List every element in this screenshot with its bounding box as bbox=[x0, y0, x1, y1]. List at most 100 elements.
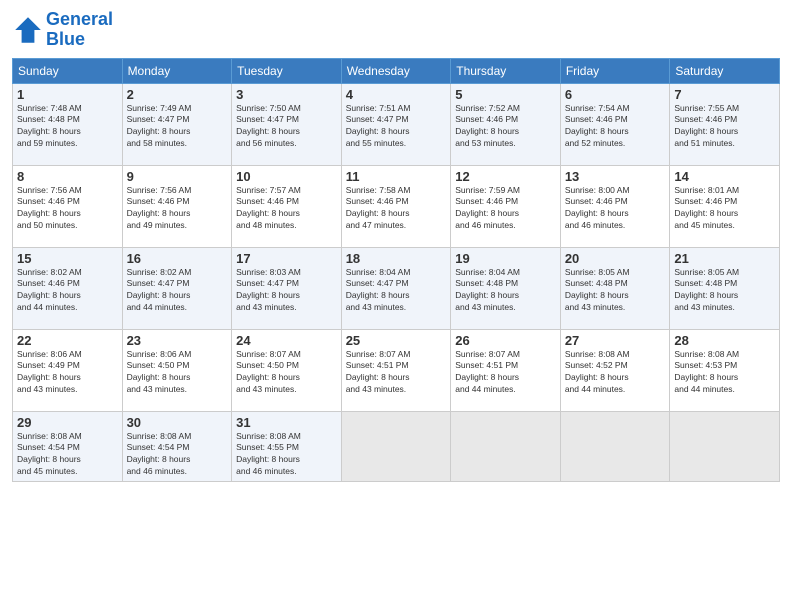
calendar-cell: 1Sunrise: 7:48 AMSunset: 4:48 PMDaylight… bbox=[13, 83, 123, 165]
weekday-header-tuesday: Tuesday bbox=[232, 58, 342, 83]
day-info: Sunrise: 7:58 AMSunset: 4:46 PMDaylight:… bbox=[346, 185, 447, 233]
day-number: 15 bbox=[17, 251, 118, 266]
day-number: 14 bbox=[674, 169, 775, 184]
day-number: 13 bbox=[565, 169, 666, 184]
day-number: 19 bbox=[455, 251, 556, 266]
day-number: 26 bbox=[455, 333, 556, 348]
day-number: 7 bbox=[674, 87, 775, 102]
day-info: Sunrise: 7:56 AMSunset: 4:46 PMDaylight:… bbox=[127, 185, 228, 233]
calendar-cell: 20Sunrise: 8:05 AMSunset: 4:48 PMDayligh… bbox=[560, 247, 670, 329]
day-info: Sunrise: 8:00 AMSunset: 4:46 PMDaylight:… bbox=[565, 185, 666, 233]
weekday-header-row: SundayMondayTuesdayWednesdayThursdayFrid… bbox=[13, 58, 780, 83]
calendar-cell: 7Sunrise: 7:55 AMSunset: 4:46 PMDaylight… bbox=[670, 83, 780, 165]
calendar-cell: 6Sunrise: 7:54 AMSunset: 4:46 PMDaylight… bbox=[560, 83, 670, 165]
calendar-cell: 2Sunrise: 7:49 AMSunset: 4:47 PMDaylight… bbox=[122, 83, 232, 165]
calendar-cell bbox=[451, 411, 561, 482]
calendar-cell: 29Sunrise: 8:08 AMSunset: 4:54 PMDayligh… bbox=[13, 411, 123, 482]
logo-icon bbox=[12, 14, 44, 46]
day-number: 27 bbox=[565, 333, 666, 348]
calendar-cell: 19Sunrise: 8:04 AMSunset: 4:48 PMDayligh… bbox=[451, 247, 561, 329]
day-number: 25 bbox=[346, 333, 447, 348]
logo-text: General Blue bbox=[46, 10, 113, 50]
calendar-cell: 22Sunrise: 8:06 AMSunset: 4:49 PMDayligh… bbox=[13, 329, 123, 411]
calendar-cell: 5Sunrise: 7:52 AMSunset: 4:46 PMDaylight… bbox=[451, 83, 561, 165]
calendar-cell: 17Sunrise: 8:03 AMSunset: 4:47 PMDayligh… bbox=[232, 247, 342, 329]
weekday-header-monday: Monday bbox=[122, 58, 232, 83]
calendar-cell: 31Sunrise: 8:08 AMSunset: 4:55 PMDayligh… bbox=[232, 411, 342, 482]
day-info: Sunrise: 8:07 AMSunset: 4:50 PMDaylight:… bbox=[236, 349, 337, 397]
calendar-cell: 10Sunrise: 7:57 AMSunset: 4:46 PMDayligh… bbox=[232, 165, 342, 247]
day-info: Sunrise: 7:51 AMSunset: 4:47 PMDaylight:… bbox=[346, 103, 447, 151]
day-number: 30 bbox=[127, 415, 228, 430]
calendar-cell: 30Sunrise: 8:08 AMSunset: 4:54 PMDayligh… bbox=[122, 411, 232, 482]
day-info: Sunrise: 7:48 AMSunset: 4:48 PMDaylight:… bbox=[17, 103, 118, 151]
calendar-cell: 18Sunrise: 8:04 AMSunset: 4:47 PMDayligh… bbox=[341, 247, 451, 329]
day-info: Sunrise: 8:08 AMSunset: 4:54 PMDaylight:… bbox=[17, 431, 118, 479]
day-number: 20 bbox=[565, 251, 666, 266]
day-number: 31 bbox=[236, 415, 337, 430]
day-info: Sunrise: 8:08 AMSunset: 4:54 PMDaylight:… bbox=[127, 431, 228, 479]
calendar-table: SundayMondayTuesdayWednesdayThursdayFrid… bbox=[12, 58, 780, 483]
day-info: Sunrise: 8:08 AMSunset: 4:55 PMDaylight:… bbox=[236, 431, 337, 479]
day-number: 11 bbox=[346, 169, 447, 184]
calendar-cell: 25Sunrise: 8:07 AMSunset: 4:51 PMDayligh… bbox=[341, 329, 451, 411]
day-info: Sunrise: 8:06 AMSunset: 4:49 PMDaylight:… bbox=[17, 349, 118, 397]
day-number: 9 bbox=[127, 169, 228, 184]
day-info: Sunrise: 8:02 AMSunset: 4:46 PMDaylight:… bbox=[17, 267, 118, 315]
calendar-cell bbox=[670, 411, 780, 482]
calendar-cell: 26Sunrise: 8:07 AMSunset: 4:51 PMDayligh… bbox=[451, 329, 561, 411]
calendar-cell bbox=[341, 411, 451, 482]
calendar-cell: 16Sunrise: 8:02 AMSunset: 4:47 PMDayligh… bbox=[122, 247, 232, 329]
weekday-header-wednesday: Wednesday bbox=[341, 58, 451, 83]
day-info: Sunrise: 7:52 AMSunset: 4:46 PMDaylight:… bbox=[455, 103, 556, 151]
logo: General Blue bbox=[12, 10, 113, 50]
day-info: Sunrise: 8:05 AMSunset: 4:48 PMDaylight:… bbox=[565, 267, 666, 315]
day-number: 17 bbox=[236, 251, 337, 266]
day-number: 21 bbox=[674, 251, 775, 266]
day-info: Sunrise: 7:50 AMSunset: 4:47 PMDaylight:… bbox=[236, 103, 337, 151]
calendar-cell: 15Sunrise: 8:02 AMSunset: 4:46 PMDayligh… bbox=[13, 247, 123, 329]
day-number: 22 bbox=[17, 333, 118, 348]
day-info: Sunrise: 8:03 AMSunset: 4:47 PMDaylight:… bbox=[236, 267, 337, 315]
day-number: 5 bbox=[455, 87, 556, 102]
day-number: 1 bbox=[17, 87, 118, 102]
calendar-cell: 3Sunrise: 7:50 AMSunset: 4:47 PMDaylight… bbox=[232, 83, 342, 165]
calendar-cell: 9Sunrise: 7:56 AMSunset: 4:46 PMDaylight… bbox=[122, 165, 232, 247]
day-info: Sunrise: 8:02 AMSunset: 4:47 PMDaylight:… bbox=[127, 267, 228, 315]
day-info: Sunrise: 8:04 AMSunset: 4:48 PMDaylight:… bbox=[455, 267, 556, 315]
day-number: 23 bbox=[127, 333, 228, 348]
day-number: 18 bbox=[346, 251, 447, 266]
weekday-header-friday: Friday bbox=[560, 58, 670, 83]
day-info: Sunrise: 7:54 AMSunset: 4:46 PMDaylight:… bbox=[565, 103, 666, 151]
calendar-cell: 28Sunrise: 8:08 AMSunset: 4:53 PMDayligh… bbox=[670, 329, 780, 411]
day-number: 2 bbox=[127, 87, 228, 102]
calendar-cell bbox=[560, 411, 670, 482]
day-info: Sunrise: 8:01 AMSunset: 4:46 PMDaylight:… bbox=[674, 185, 775, 233]
calendar-cell: 24Sunrise: 8:07 AMSunset: 4:50 PMDayligh… bbox=[232, 329, 342, 411]
calendar-cell: 8Sunrise: 7:56 AMSunset: 4:46 PMDaylight… bbox=[13, 165, 123, 247]
page-header: General Blue bbox=[12, 10, 780, 50]
day-info: Sunrise: 8:08 AMSunset: 4:52 PMDaylight:… bbox=[565, 349, 666, 397]
day-info: Sunrise: 7:57 AMSunset: 4:46 PMDaylight:… bbox=[236, 185, 337, 233]
weekday-header-thursday: Thursday bbox=[451, 58, 561, 83]
day-info: Sunrise: 7:56 AMSunset: 4:46 PMDaylight:… bbox=[17, 185, 118, 233]
day-number: 29 bbox=[17, 415, 118, 430]
calendar-cell: 13Sunrise: 8:00 AMSunset: 4:46 PMDayligh… bbox=[560, 165, 670, 247]
day-number: 8 bbox=[17, 169, 118, 184]
calendar-cell: 4Sunrise: 7:51 AMSunset: 4:47 PMDaylight… bbox=[341, 83, 451, 165]
day-info: Sunrise: 7:55 AMSunset: 4:46 PMDaylight:… bbox=[674, 103, 775, 151]
day-info: Sunrise: 8:04 AMSunset: 4:47 PMDaylight:… bbox=[346, 267, 447, 315]
day-number: 24 bbox=[236, 333, 337, 348]
day-number: 3 bbox=[236, 87, 337, 102]
day-number: 16 bbox=[127, 251, 228, 266]
day-info: Sunrise: 8:08 AMSunset: 4:53 PMDaylight:… bbox=[674, 349, 775, 397]
day-number: 4 bbox=[346, 87, 447, 102]
calendar-cell: 11Sunrise: 7:58 AMSunset: 4:46 PMDayligh… bbox=[341, 165, 451, 247]
day-number: 6 bbox=[565, 87, 666, 102]
day-number: 28 bbox=[674, 333, 775, 348]
calendar-cell: 23Sunrise: 8:06 AMSunset: 4:50 PMDayligh… bbox=[122, 329, 232, 411]
day-info: Sunrise: 7:59 AMSunset: 4:46 PMDaylight:… bbox=[455, 185, 556, 233]
day-info: Sunrise: 8:06 AMSunset: 4:50 PMDaylight:… bbox=[127, 349, 228, 397]
weekday-header-saturday: Saturday bbox=[670, 58, 780, 83]
weekday-header-sunday: Sunday bbox=[13, 58, 123, 83]
